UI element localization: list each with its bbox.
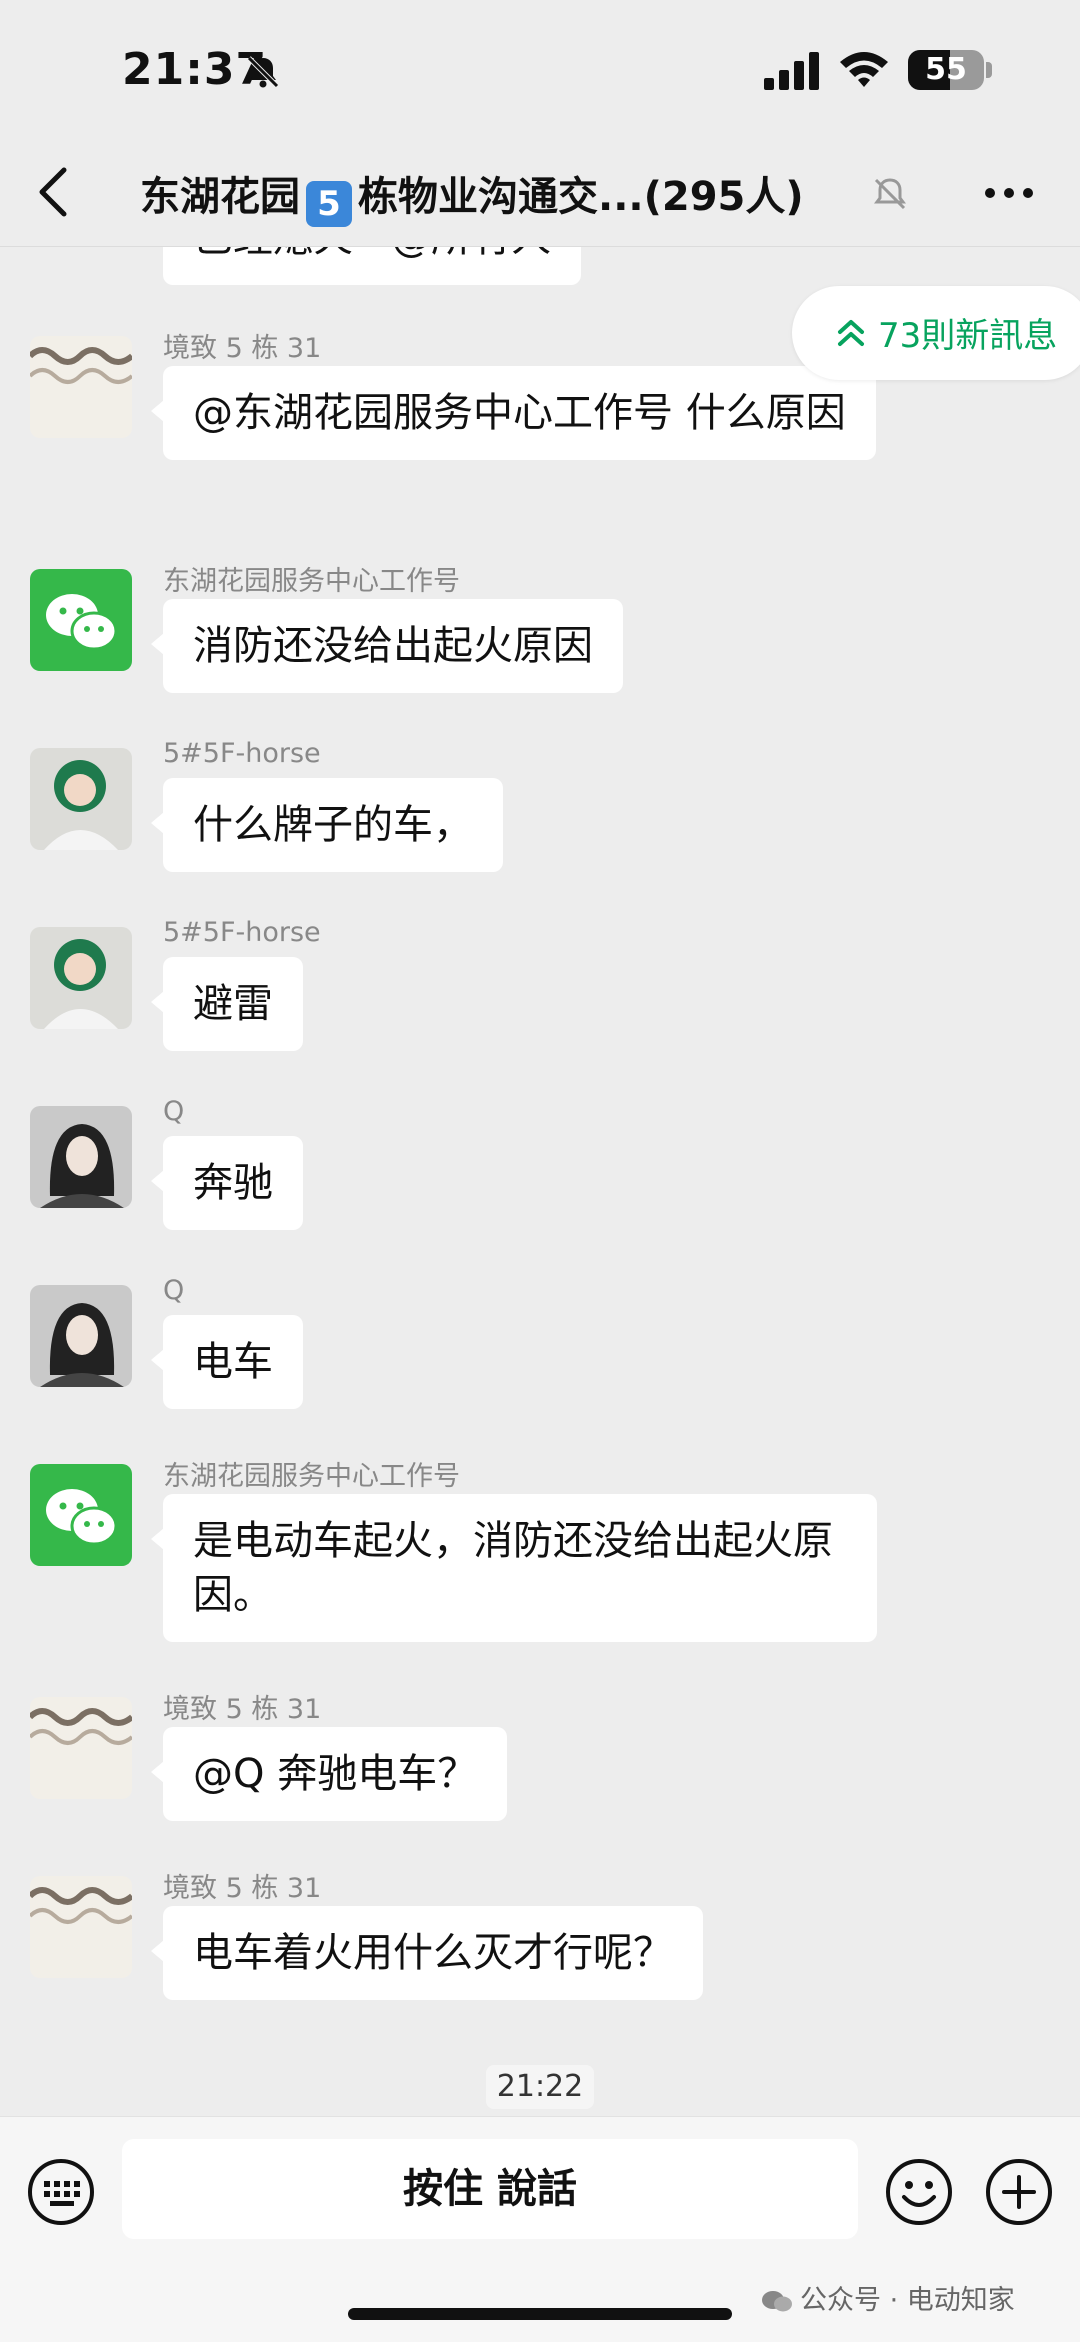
message-bubble[interactable]: @东湖花园服务中心工作号 什么原因 <box>151 366 876 460</box>
plus-icon[interactable] <box>984 2157 1054 2227</box>
battery-indicator: 55 <box>908 50 984 90</box>
message-bubble[interactable]: 避雷 <box>151 957 303 1051</box>
chat-title: 东湖花园 5 栋物业沟通交...(295人) <box>140 164 804 227</box>
sender-name: 东湖花园服务中心工作号 <box>163 566 460 597</box>
message-text: 奔驰 <box>193 1160 273 1206</box>
wechat-avatar[interactable] <box>30 569 132 671</box>
message-text: 什么牌子的车， <box>193 802 473 848</box>
sender-name: 东湖花园服务中心工作号 <box>163 1461 460 1492</box>
stripes-avatar[interactable] <box>30 1697 132 1799</box>
wechat-logo-icon <box>762 2291 792 2312</box>
message-text: 消防还没给出起火原因 <box>193 623 593 669</box>
chat-header: 东湖花园 5 栋物业沟通交...(295人) <box>0 140 1080 247</box>
cellular-signal-icon <box>764 52 819 90</box>
stripes-avatar[interactable] <box>30 1876 132 1978</box>
message-bubble-cut[interactable]: 已经熄火 · @所有人 <box>163 247 582 285</box>
message-bubble[interactable]: 奔驰 <box>151 1136 303 1230</box>
message-bubble[interactable]: 消防还没给出起火原因 <box>151 599 623 693</box>
new-messages-button[interactable]: 73則新訊息 <box>792 286 1080 380</box>
message-timestamp: 21:22 <box>486 2065 594 2109</box>
girl-green-hood-avatar[interactable] <box>30 748 132 850</box>
sender-name: 境致 5 栋 31 <box>163 1873 322 1904</box>
message-bubble[interactable]: 什么牌子的车， <box>151 778 503 872</box>
watermark-text: 公众号 · 电动知家 <box>800 2285 1015 2316</box>
more-options-icon[interactable] <box>982 176 1036 210</box>
double-chevron-up-icon <box>838 320 864 346</box>
message-bubble[interactable]: 电车着火用什么灭才行呢？ <box>151 1906 703 2000</box>
hold-to-talk-button[interactable]: 按住 說話 <box>122 2139 858 2239</box>
new-messages-label: 73則新訊息 <box>878 316 1058 356</box>
chat-title-suffix: 栋物业沟通交...(295人) <box>358 174 804 220</box>
bell-off-icon <box>247 56 279 88</box>
status-bar: 21:37 55 <box>0 0 1080 140</box>
keyboard-icon[interactable] <box>26 2157 96 2227</box>
sender-name: Q <box>163 1275 185 1306</box>
message-text: 电车 <box>193 1339 273 1385</box>
girl-dark-hair-avatar[interactable] <box>30 1285 132 1387</box>
wifi-icon <box>840 52 888 87</box>
home-indicator[interactable] <box>348 2308 732 2320</box>
message-list[interactable]: 已经熄火 · @所有人 境致 5 栋 31 @东湖花园服务中心工作号 什么原因 … <box>0 247 1080 2115</box>
stripes-avatar[interactable] <box>30 336 132 438</box>
message-bubble[interactable]: 是电动车起火，消防还没给出起火原因。 <box>151 1494 877 1642</box>
battery-cap <box>986 62 992 78</box>
message-text: 已经熄火 · @所有人 <box>193 247 551 261</box>
message-text: 电车着火用什么灭才行呢？ <box>193 1930 673 1976</box>
emoji-icon[interactable] <box>884 2157 954 2227</box>
battery-percent: 55 <box>925 52 967 87</box>
chat-title-badge: 5 <box>306 181 352 227</box>
girl-green-hood-avatar[interactable] <box>30 927 132 1029</box>
sender-name: Q <box>163 1096 185 1127</box>
message-text: @Q 奔驰电车？ <box>193 1751 478 1797</box>
sender-name: 5#5F-horse <box>163 738 321 769</box>
chat-title-prefix: 东湖花园 <box>140 174 300 220</box>
sender-name: 5#5F-horse <box>163 917 321 948</box>
muted-bell-icon <box>874 178 906 210</box>
message-bubble[interactable]: 电车 <box>151 1315 303 1409</box>
message-text: @东湖花园服务中心工作号 什么原因 <box>193 390 846 436</box>
message-text: 避雷 <box>193 981 273 1027</box>
watermark: 公众号 · 电动知家 <box>760 2278 1015 2317</box>
sender-name: 境致 5 栋 31 <box>163 1694 322 1725</box>
message-text: 是电动车起火，消防还没给出起火原因。 <box>193 1518 833 1618</box>
message-bubble[interactable]: @Q 奔驰电车？ <box>150 1727 508 1821</box>
wechat-avatar[interactable] <box>30 1464 132 1566</box>
girl-dark-hair-avatar[interactable] <box>30 1106 132 1208</box>
back-icon[interactable] <box>34 164 74 220</box>
sender-name: 境致 5 栋 31 <box>163 333 322 364</box>
